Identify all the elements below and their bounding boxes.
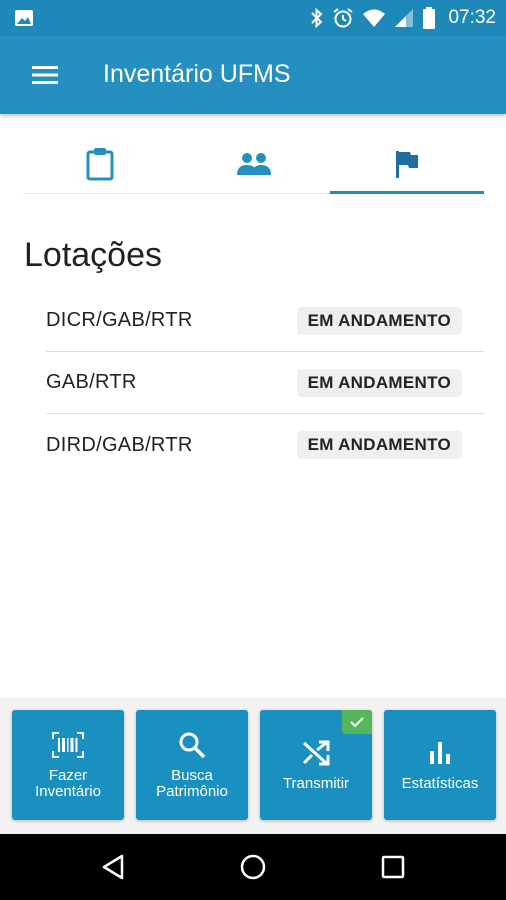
status-bar: 07:32 [0,0,506,36]
section-title: Lotações [24,236,162,274]
busca-patrimonio-button[interactable]: Busca Patrimônio [136,710,248,820]
status-badge: EM ANDAMENTO [296,306,462,335]
lotacao-name: DIRD/GAB/RTR [46,433,193,456]
lotacao-name: GAB/RTR [46,371,137,393]
status-badge: EM ANDAMENTO [296,368,462,397]
lotacao-name: DICR/GAB/RTR [46,309,193,331]
shuffle-icon [299,738,333,768]
recents-button[interactable] [377,851,409,883]
action-bar: Fazer Inventário Busca Patrimônio Transm… [0,698,506,834]
tab-inventory[interactable] [23,134,177,193]
menu-icon [32,66,58,84]
transmitir-button[interactable]: Transmitir [260,710,372,820]
signal-icon [395,9,414,27]
status-time: 07:32 [448,7,496,28]
system-nav-bar [0,834,506,900]
estatisticas-button[interactable]: Estatísticas [384,710,496,820]
image-icon [15,10,33,26]
list-item[interactable]: DICR/GAB/RTR EM ANDAMENTO [46,290,484,352]
tab-bar [23,134,484,194]
tab-lotacoes[interactable] [330,134,484,194]
alarm-icon [333,8,354,28]
action-label: Transmitir [282,775,350,792]
bar-chart-icon [423,738,457,768]
action-label: Busca Patrimônio [156,767,228,800]
search-icon [175,730,209,760]
app-title: Inventário UFMS [103,60,291,88]
tab-people[interactable] [177,134,331,193]
status-badge: EM ANDAMENTO [296,431,462,459]
list-item[interactable]: GAB/RTR EM ANDAMENTO [46,352,484,414]
clipboard-icon [86,147,114,180]
home-button[interactable] [237,851,269,883]
back-icon [102,854,124,880]
home-icon [240,854,266,880]
back-button[interactable] [97,851,129,883]
bluetooth-icon [311,8,323,28]
battery-icon [423,7,436,29]
lotacoes-list: DICR/GAB/RTR EM ANDAMENTO GAB/RTR EM AND… [46,290,484,476]
recents-icon [381,855,405,879]
wifi-icon [363,9,386,27]
barcode-icon [51,730,85,760]
action-label: Estatísticas [401,775,479,792]
flag-icon [396,150,419,178]
people-icon [236,152,271,175]
action-label: Fazer Inventário [35,767,101,800]
menu-button[interactable] [30,60,60,90]
list-item[interactable]: DIRD/GAB/RTR EM ANDAMENTO [46,414,484,476]
app-bar: Inventário UFMS [0,36,506,114]
fazer-inventario-button[interactable]: Fazer Inventário [12,710,124,820]
check-icon [342,710,372,734]
